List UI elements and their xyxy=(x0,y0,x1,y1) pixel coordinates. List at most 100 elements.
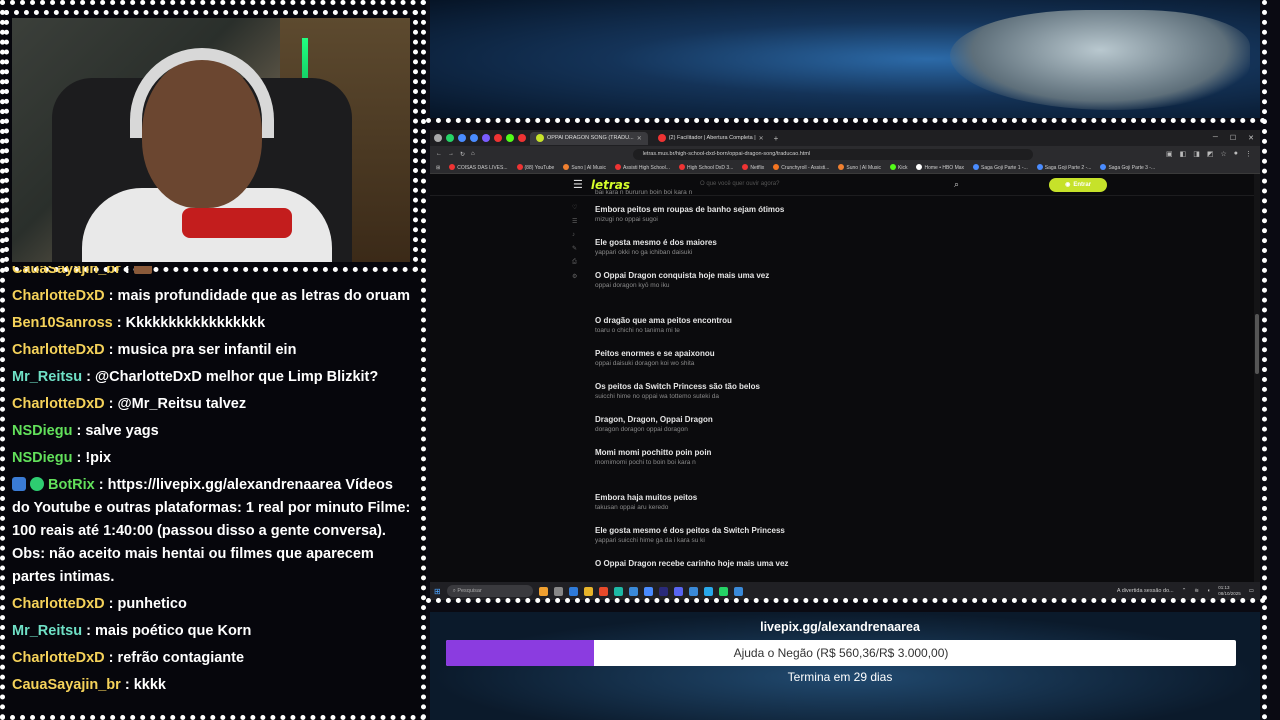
bookmark-item[interactable]: Saga Goji Parte 1 -... xyxy=(973,164,1028,171)
profile-icon[interactable]: ● xyxy=(1234,150,1238,158)
app-icon[interactable] xyxy=(643,586,653,596)
bookmark-item[interactable]: Crunchyroll - Assisti... xyxy=(773,164,829,171)
app-icon[interactable] xyxy=(518,134,526,142)
lyric-translation-line: Dragon, Dragon, Oppai Dragon xyxy=(595,415,713,424)
bookmark-item[interactable]: Kick xyxy=(890,164,907,171)
browser-menu-icon[interactable] xyxy=(434,134,442,142)
bookmark-item[interactable]: COISAS DAS LIVES... xyxy=(449,164,508,171)
lyric-original-line: mizugi no oppai sugoi xyxy=(595,216,658,223)
app-icon[interactable] xyxy=(688,586,698,596)
close-tab-icon[interactable]: ✕ xyxy=(637,135,642,142)
app-icon[interactable] xyxy=(733,586,743,596)
left-column: CauaSayajin_br : CharlotteDxD : mais pro… xyxy=(0,0,426,720)
bookmark-item[interactable]: Saga Goji Parte 3 -... xyxy=(1100,164,1155,171)
notification-icon[interactable]: ▭ xyxy=(1249,588,1254,594)
bookmark-item[interactable]: Saga Goji Parte 2 -... xyxy=(1036,164,1091,171)
bookmark-label: Suno | AI Music xyxy=(571,165,606,171)
task-view-icon[interactable] xyxy=(553,586,563,596)
bookmark-label: COISAS DAS LIVES... xyxy=(457,165,508,171)
login-button[interactable]: ◉ Entrar xyxy=(1049,177,1108,192)
reload-icon[interactable]: ↻ xyxy=(460,151,465,158)
print-icon[interactable]: ⎙ xyxy=(572,259,577,266)
page-scrollbar[interactable] xyxy=(1254,174,1260,586)
minimize-icon[interactable]: ─ xyxy=(1213,134,1218,142)
bookmark-item[interactable]: Netflix xyxy=(742,164,764,171)
tray-icon[interactable]: ⌃ xyxy=(1182,588,1187,594)
bookmark-item[interactable]: High School DxD 3... xyxy=(678,164,733,171)
address-bar-row: ← → ↻ ⌂ letras.mus.br/high-school-dxd-bo… xyxy=(430,146,1260,162)
url-field[interactable]: letras.mus.br/high-school-dxd-born/oppai… xyxy=(632,148,1033,160)
edge-icon[interactable] xyxy=(568,586,578,596)
app-icon[interactable] xyxy=(628,586,638,596)
bookmark-favicon-icon xyxy=(916,164,923,170)
donation-widget: livepix.gg/alexandrenaarea Ajuda o Negão… xyxy=(430,612,1260,720)
lyric-translation-line: Peitos enormes e se apaixonou xyxy=(595,349,715,358)
kick-icon[interactable] xyxy=(506,134,514,142)
bookmark-item[interactable]: (88) YouTube xyxy=(516,164,554,171)
lyric-original-line: yappari suicchi hime ga da i kara su ki xyxy=(595,537,705,544)
windows-start-icon[interactable]: ⊞ xyxy=(434,587,441,596)
new-tab-icon[interactable]: + xyxy=(774,134,779,143)
wifi-icon[interactable]: ≋ xyxy=(1194,588,1199,594)
bookmark-item[interactable]: Suno | AI Music xyxy=(563,164,606,171)
taskbar-search-label: Pesquisar xyxy=(457,588,482,594)
lyric-original-line: takusan oppai aru keredo xyxy=(595,504,669,511)
list-icon[interactable]: ☰ xyxy=(572,218,577,225)
taskbar-search-input[interactable]: ⌕ Pesquisar xyxy=(446,585,533,597)
notification-text[interactable]: A divertida sessão do... xyxy=(1117,588,1174,594)
edit-icon[interactable]: ✎ xyxy=(572,245,577,252)
bookmark-item[interactable]: Assisti High School... xyxy=(615,164,670,171)
donation-remaining: Termina em 29 dias xyxy=(787,670,893,684)
brave-icon[interactable] xyxy=(598,586,608,596)
tab-label: OPPAI DRAGON SONG (TRADU... xyxy=(547,135,634,141)
close-tab-icon[interactable]: ✕ xyxy=(759,135,764,142)
file-explorer-icon[interactable] xyxy=(583,586,593,596)
settings-icon[interactable]: ⚙ xyxy=(572,273,577,280)
app-icon[interactable] xyxy=(613,586,623,596)
bookmarks-bar: ⊞ COISAS DAS LIVES... (88) YouTube Suno | A… xyxy=(430,162,1260,174)
extension-icon[interactable]: ▣ xyxy=(1166,150,1173,158)
app-icon[interactable] xyxy=(482,134,490,142)
bookmark-favicon-icon xyxy=(615,164,621,170)
bookmark-item[interactable]: Suno | AI Music xyxy=(838,164,881,171)
forward-icon[interactable]: → xyxy=(448,151,454,157)
taskbar-widget-icon[interactable] xyxy=(538,586,548,596)
app-icon[interactable] xyxy=(458,134,466,142)
app-icon[interactable] xyxy=(470,134,478,142)
whatsapp-icon[interactable] xyxy=(446,134,454,142)
bookmark-favicon-icon xyxy=(1100,164,1107,170)
heart-icon[interactable]: ♡ xyxy=(572,204,577,211)
extension-icon[interactable]: ◩ xyxy=(1207,150,1214,158)
whatsapp-icon[interactable] xyxy=(718,586,728,596)
music-icon[interactable]: ♪ xyxy=(572,232,577,238)
maximize-icon[interactable]: ☐ xyxy=(1230,134,1236,142)
bookmark-item[interactable]: Home • HBO Max xyxy=(916,164,964,171)
menu-dots-icon[interactable]: ⋮ xyxy=(1245,150,1252,158)
bookmark-label: Crunchyroll - Assisti... xyxy=(781,165,830,171)
screen-bottom-frame xyxy=(426,598,1266,606)
hamburger-menu-icon[interactable]: ☰ xyxy=(573,178,583,191)
screen-top-frame xyxy=(426,118,1266,126)
clock[interactable]: 01:13 08/10/2025 xyxy=(1218,585,1241,597)
tab-active[interactable]: OPPAI DRAGON SONG (TRADU... ✕ xyxy=(530,131,648,145)
discord-icon[interactable] xyxy=(673,586,683,596)
home-icon[interactable]: ⌂ xyxy=(471,151,475,157)
back-icon[interactable]: ← xyxy=(436,151,442,157)
extension-icon[interactable]: ◧ xyxy=(1180,150,1187,158)
extension-icon[interactable]: ◨ xyxy=(1193,150,1200,158)
youtube-icon[interactable] xyxy=(494,134,502,142)
lyric-translation-line: Os peitos da Switch Princess são tão bel… xyxy=(595,382,760,391)
tab-inactive[interactable]: (2) Facilitador | Abertura Completa | ✕ xyxy=(652,132,770,145)
bookmark-favicon-icon xyxy=(742,164,749,170)
photoshop-icon[interactable] xyxy=(658,586,668,596)
telegram-icon[interactable] xyxy=(703,586,713,596)
right-frame xyxy=(1262,0,1280,720)
lyric-original-line: yappari okki no ga ichiban daisuki xyxy=(595,249,693,256)
bookmark-star-icon[interactable]: ☆ xyxy=(1220,150,1226,158)
apps-grid-icon[interactable]: ⊞ xyxy=(436,165,440,171)
volume-icon[interactable]: ◖ xyxy=(1207,588,1210,594)
donation-url: livepix.gg/alexandrenaarea xyxy=(760,620,920,634)
close-window-icon[interactable]: ✕ xyxy=(1248,134,1254,142)
bookmark-label: Assisti High School... xyxy=(623,165,670,171)
scrollbar-thumb[interactable] xyxy=(1255,314,1259,374)
